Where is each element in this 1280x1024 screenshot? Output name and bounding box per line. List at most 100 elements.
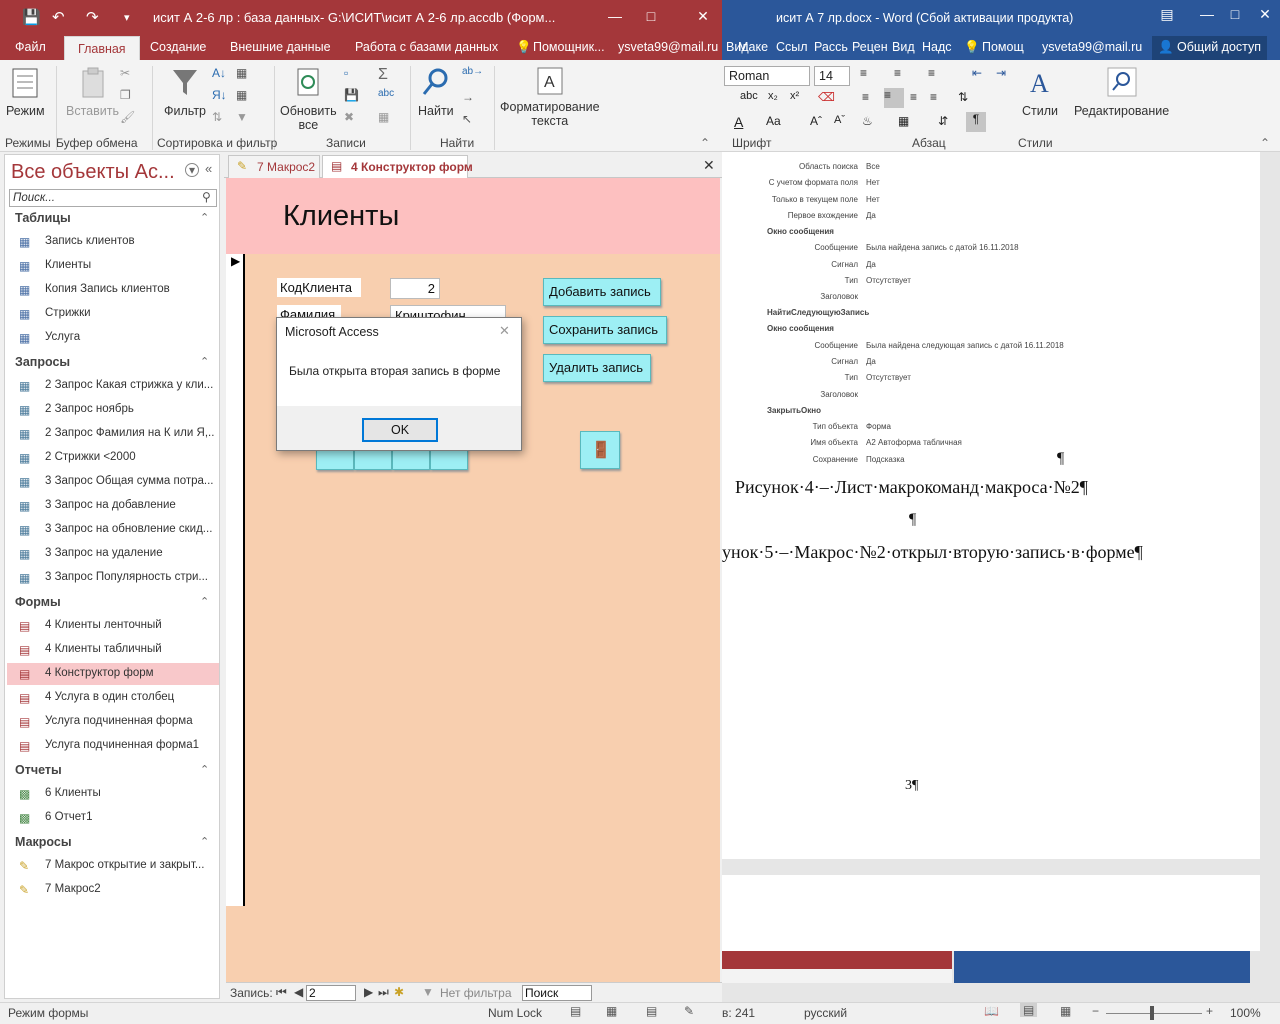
superscript-icon[interactable]: x² xyxy=(790,90,808,106)
subscript-icon[interactable]: x₂ xyxy=(768,90,786,106)
nav-item-tables[interactable]: ▦ Стрижки xyxy=(7,303,219,325)
nav-category-reports[interactable]: Отчеты ⌃ xyxy=(15,763,209,777)
change-case-icon[interactable]: Aa xyxy=(766,114,784,130)
word-account-email[interactable]: ysveta99@mail.ru xyxy=(1042,40,1142,54)
next-record-icon[interactable]: ▶ xyxy=(364,985,373,999)
filter-status[interactable]: Нет фильтра xyxy=(440,986,512,1000)
first-record-icon[interactable]: ⏮ xyxy=(276,985,287,1000)
nav-item-tables[interactable]: ▦ Услуга xyxy=(7,327,219,349)
layout-view-icon[interactable]: ▤ xyxy=(646,1004,657,1018)
close-icon[interactable]: ✕ xyxy=(688,8,718,25)
record-search-input[interactable]: Поиск xyxy=(522,985,592,1001)
sort-icon[interactable]: ⇵ xyxy=(938,114,956,130)
clear-formatting-icon[interactable]: ⌫ xyxy=(818,90,836,106)
sort-descending-icon[interactable]: Я↓ xyxy=(212,88,230,104)
line-spacing-icon[interactable]: ⇅ xyxy=(958,90,976,106)
nav-item-queries[interactable]: ▦ 3 Запрос на обновление скид... xyxy=(7,519,219,541)
replace-icon[interactable]: ab→ xyxy=(462,66,483,82)
web-layout-icon[interactable]: ▦ xyxy=(1060,1004,1071,1018)
nav-item-forms[interactable]: ▤ 4 Клиенты ленточный xyxy=(7,615,219,637)
word-count[interactable]: в: 241 xyxy=(722,1006,755,1020)
nav-item-queries[interactable]: ▦ 3 Запрос на добавление xyxy=(7,495,219,517)
save-record-button[interactable]: Сохранить запись xyxy=(543,316,667,344)
tab-database-tools[interactable]: Работа с базами данных xyxy=(355,40,498,54)
nav-item-reports[interactable]: ▩ 6 Отчет1 xyxy=(7,807,219,829)
font-color-icon[interactable]: A xyxy=(734,114,752,130)
font-name-box[interactable]: Roman xyxy=(724,66,810,86)
nav-item-forms[interactable]: ▤ Услуга подчиненная форма xyxy=(7,711,219,733)
word-tab-view[interactable]: Вид xyxy=(892,40,915,54)
find-button[interactable]: Найти xyxy=(418,66,454,118)
tab-macro2[interactable]: ✎ 7 Макрос2 xyxy=(228,155,320,178)
view-button[interactable]: Режим xyxy=(6,66,45,118)
nav-item-queries[interactable]: ▦ 2 Стрижки <2000 xyxy=(7,447,219,469)
word-tab-tell-me[interactable]: Помощ xyxy=(982,40,1024,54)
search-icon[interactable]: ⚲ xyxy=(202,190,211,204)
styles-button[interactable]: A Стили xyxy=(1022,66,1058,118)
justify-icon[interactable]: ≡ xyxy=(930,90,948,106)
align-right-icon[interactable]: ≡ xyxy=(910,90,928,106)
collapse-chevron-icon[interactable]: ⌃ xyxy=(200,763,209,776)
nav-search-input[interactable]: Поиск... ⚲ xyxy=(9,189,217,207)
close-form-button[interactable]: 🚪 xyxy=(580,431,620,469)
datasheet-view-icon[interactable]: ▦ xyxy=(606,1004,617,1018)
delete-record-button[interactable]: Удалить запись xyxy=(543,354,651,382)
read-mode-icon[interactable]: 📖 xyxy=(984,1004,999,1018)
cut-icon[interactable]: ✂ xyxy=(120,66,138,82)
nav-item-queries[interactable]: ▦ 2 Запрос ноябрь xyxy=(7,399,219,421)
format-painter-icon[interactable]: 🖌 xyxy=(120,110,138,126)
strikethrough-icon[interactable]: abc xyxy=(740,90,758,106)
word-tab-references[interactable]: Ссыл xyxy=(776,40,808,54)
account-email[interactable]: ysveta99@mail.ru xyxy=(618,40,718,54)
tab-create[interactable]: Создание xyxy=(150,40,206,54)
selection-icon[interactable]: ▦ xyxy=(236,66,254,82)
save-record-icon[interactable]: 💾 xyxy=(344,88,362,104)
word-tab-mailings[interactable]: Рассь xyxy=(814,40,848,54)
word-tab-review[interactable]: Рецен xyxy=(852,40,888,54)
word-next-page[interactable] xyxy=(722,875,1260,951)
design-view-icon[interactable]: ✎ xyxy=(684,1004,694,1018)
word-ribbon-options-icon[interactable]: ▤ xyxy=(1152,6,1182,23)
minimize-icon[interactable]: — xyxy=(600,8,630,24)
grow-font-icon[interactable]: Aˆ xyxy=(810,114,828,130)
word-maximize-icon[interactable]: □ xyxy=(1220,6,1250,22)
sort-ascending-icon[interactable]: A↓ xyxy=(212,66,230,82)
tell-me-icon[interactable]: 💡 xyxy=(516,40,532,55)
remove-sort-icon[interactable]: ⇅ xyxy=(212,110,230,126)
record-number-input[interactable]: 2 xyxy=(306,985,356,1001)
tab-home[interactable]: Главная xyxy=(64,36,140,60)
toggle-filter-icon[interactable]: ▼ xyxy=(236,110,254,126)
tab-form-designer[interactable]: ▤ 4 Конструктор форм xyxy=(322,155,473,178)
nav-item-tables[interactable]: ▦ Запись клиентов xyxy=(7,231,219,253)
nav-category-macros[interactable]: Макросы ⌃ xyxy=(15,835,209,849)
editing-button[interactable]: Редактирование xyxy=(1074,66,1169,118)
zoom-in-icon[interactable]: + xyxy=(1206,1004,1213,1018)
shutter-bar-icon[interactable]: « xyxy=(205,161,212,176)
word-tab-addins[interactable]: Надс xyxy=(922,40,952,54)
zoom-slider-thumb[interactable] xyxy=(1150,1006,1154,1020)
nav-item-forms[interactable]: ▤ Услуга подчиненная форма1 xyxy=(7,735,219,757)
tab-tell-me[interactable]: Помощник... xyxy=(533,40,605,54)
customize-qat-icon[interactable]: ▾ xyxy=(124,11,130,24)
last-record-icon[interactable]: ⏭ xyxy=(378,985,389,1000)
tab-external-data[interactable]: Внешние данные xyxy=(230,40,331,54)
font-size-box[interactable]: 14 xyxy=(814,66,850,86)
new-record-icon[interactable]: ▫ xyxy=(344,66,362,82)
ok-button[interactable]: OK xyxy=(362,418,438,442)
collapse-chevron-icon[interactable]: ⌃ xyxy=(200,211,209,224)
decrease-indent-icon[interactable]: ⇤ xyxy=(972,66,990,82)
print-layout-icon[interactable]: ▤ xyxy=(1020,1003,1038,1017)
nav-category-forms[interactable]: Формы ⌃ xyxy=(15,595,209,609)
nav-item-macros[interactable]: ✎ 7 Макрос2 xyxy=(7,879,219,901)
zoom-slider-track[interactable] xyxy=(1106,1013,1202,1014)
nav-menu-icon[interactable]: ▾ xyxy=(185,163,199,177)
close-document-icon[interactable]: ✕ xyxy=(703,157,715,174)
bullets-icon[interactable]: ≡ xyxy=(860,66,878,82)
delete-record-icon[interactable]: ✖ xyxy=(344,110,362,126)
collapse-chevron-icon[interactable]: ⌃ xyxy=(200,355,209,368)
redo-icon[interactable]: ↷ xyxy=(86,8,99,26)
add-record-button[interactable]: Добавить запись xyxy=(543,278,661,306)
zoom-out-icon[interactable]: − xyxy=(1092,1004,1099,1018)
multilevel-list-icon[interactable]: ≡ xyxy=(928,66,946,82)
word-minimize-icon[interactable]: — xyxy=(1192,6,1222,22)
